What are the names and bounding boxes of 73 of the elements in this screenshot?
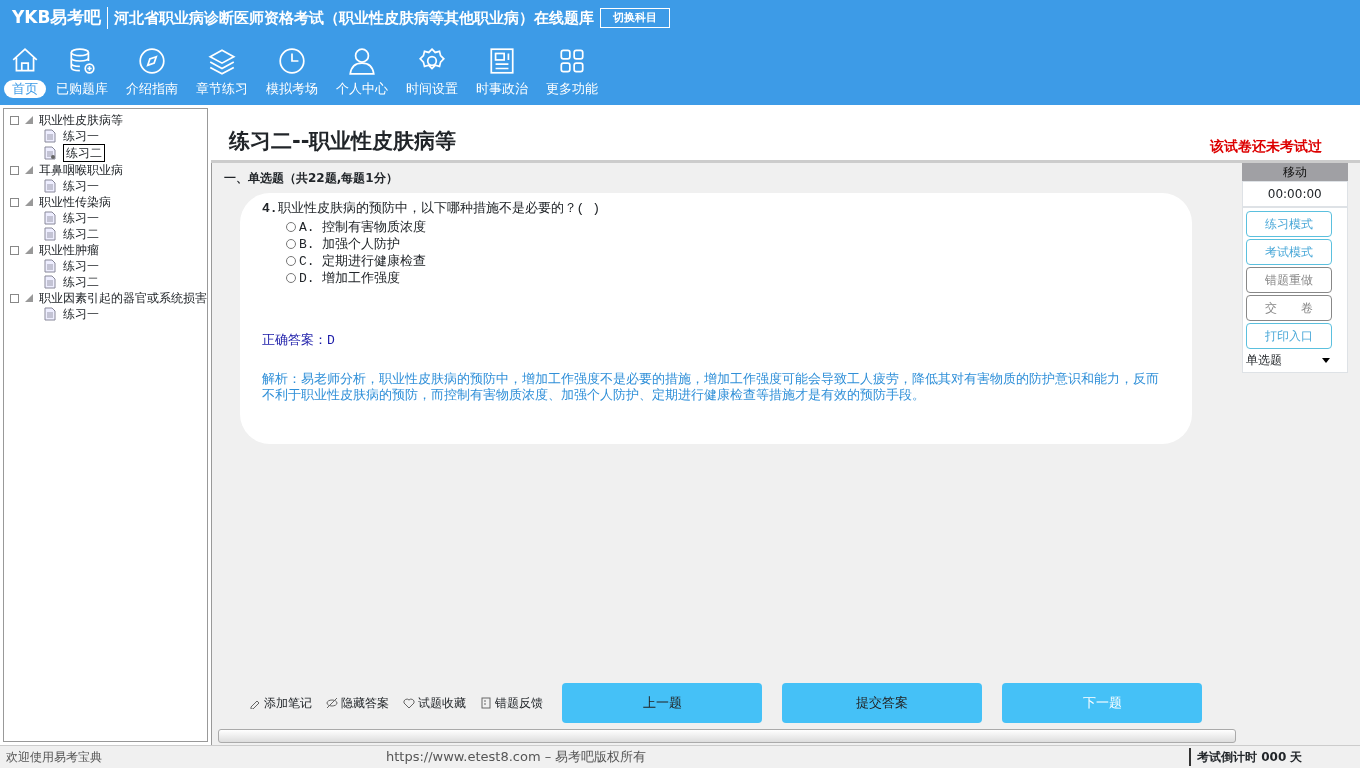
copyright-text: https://www.etest8.com – 易考吧版权所有 bbox=[386, 748, 647, 767]
radio-button[interactable] bbox=[286, 239, 296, 249]
clock-icon bbox=[277, 46, 307, 76]
tool-link[interactable]: 试题收藏 bbox=[402, 693, 467, 713]
tool-link[interactable]: 隐藏答案 bbox=[325, 693, 390, 713]
document-icon bbox=[480, 697, 492, 709]
option-label[interactable]: B. 加强个人防护 bbox=[299, 235, 401, 253]
document-icon bbox=[44, 259, 56, 273]
paper-title: 练习二--职业性皮肤病等 bbox=[229, 127, 457, 155]
tree-item[interactable]: 练习二 bbox=[63, 226, 99, 242]
eye-icon bbox=[326, 697, 338, 709]
tool-link[interactable]: 错题反馈 bbox=[479, 693, 544, 713]
move-handle[interactable]: 移动 bbox=[1241, 163, 1348, 181]
expander-icon[interactable] bbox=[10, 293, 19, 303]
triangle-icon bbox=[25, 294, 33, 302]
database-icon bbox=[67, 46, 97, 76]
document-icon bbox=[44, 227, 56, 241]
triangle-icon bbox=[25, 166, 33, 174]
question-text: 职业性皮肤病的预防中，以下哪种措施不是必要的？( ) bbox=[277, 201, 600, 216]
newspaper-icon bbox=[487, 46, 517, 76]
panel-button[interactable]: 交 卷 bbox=[1245, 295, 1332, 321]
countdown-text: 考试倒计时 000 天 bbox=[1189, 748, 1354, 766]
tree-item[interactable]: 职业性传染病 bbox=[39, 194, 111, 210]
document-icon bbox=[44, 179, 56, 193]
document-icon bbox=[44, 146, 56, 160]
exam-status: 该试卷还未考试过 bbox=[1210, 137, 1322, 156]
tool-link[interactable]: 添加笔记 bbox=[248, 693, 313, 713]
timer-display: 00:00:00 bbox=[1241, 181, 1348, 207]
radio-button[interactable] bbox=[286, 256, 296, 266]
analysis-text: 解析：易老师分析，职业性皮肤病的预防中，增加工作强度不是必要的措施，增加工作强度可能会导致工人疲劳，降低其对有害物质的防护意识和能力，反而不利于职业性皮肤病的预防，而控制有害物质浓度、加强个人防护、定期进行健康检查等措施才是有效的预防手段。 bbox=[262, 372, 1160, 404]
tree-item[interactable]: 职业性皮肤病等 bbox=[39, 112, 123, 128]
option-label[interactable]: C. 定期进行健康检查 bbox=[299, 252, 427, 270]
expander-icon[interactable] bbox=[10, 165, 19, 175]
triangle-icon bbox=[25, 246, 33, 254]
caret-icon bbox=[1321, 357, 1330, 363]
logo: YKB易考吧 bbox=[12, 6, 102, 30]
document-icon bbox=[44, 275, 56, 289]
tree-item[interactable]: 练习一 bbox=[63, 210, 99, 226]
person-icon bbox=[347, 46, 377, 76]
document-icon bbox=[44, 307, 56, 321]
heart-icon bbox=[403, 697, 415, 709]
expander-icon[interactable] bbox=[10, 115, 19, 125]
correct-answer: 正确答案：D bbox=[262, 331, 336, 350]
option-label[interactable]: A. 控制有害物质浓度 bbox=[299, 218, 427, 236]
tree-item[interactable]: 职业性肿瘤 bbox=[39, 242, 99, 258]
question-type-select[interactable]: 单选题 bbox=[1245, 351, 1330, 369]
scrollbar[interactable] bbox=[218, 729, 1236, 743]
panel-button[interactable]: 错题重做 bbox=[1245, 267, 1332, 293]
expander-icon[interactable] bbox=[10, 197, 19, 207]
compass-icon bbox=[137, 46, 167, 76]
question-number: 4. bbox=[262, 201, 278, 216]
app-title: 河北省职业病诊断医师资格考试（职业性皮肤病等其他职业病）在线题库 bbox=[107, 6, 595, 30]
welcome-text: 欢迎使用易考宝典 bbox=[6, 749, 103, 766]
tree-item[interactable]: 练习一 bbox=[63, 178, 99, 194]
document-icon bbox=[44, 211, 56, 225]
radio-button[interactable] bbox=[286, 222, 296, 232]
document-icon bbox=[44, 129, 56, 143]
tree-item[interactable]: 练习一 bbox=[63, 128, 99, 144]
triangle-icon bbox=[25, 198, 33, 206]
radio-button[interactable] bbox=[286, 273, 296, 283]
tree-item[interactable]: 练习一 bbox=[63, 306, 99, 322]
grid-icon bbox=[557, 46, 587, 76]
question-nav-button[interactable]: 提交答案 bbox=[782, 683, 982, 723]
tree-item[interactable]: 练习二 bbox=[63, 144, 105, 162]
section-heading: 一、单选题（共22题,每题1分） bbox=[223, 170, 399, 187]
triangle-icon bbox=[25, 116, 33, 124]
expander-icon[interactable] bbox=[10, 245, 19, 255]
tree-item[interactable]: 职业因素引起的器官或系统损害 bbox=[39, 290, 207, 306]
tree-item[interactable]: 耳鼻咽喉职业病 bbox=[39, 162, 123, 178]
option-label[interactable]: D. 增加工作强度 bbox=[299, 269, 401, 287]
tree-item[interactable]: 练习一 bbox=[63, 258, 99, 274]
question-nav-button[interactable]: 上一题 bbox=[562, 683, 762, 723]
tree-item[interactable]: 练习二 bbox=[63, 274, 99, 290]
